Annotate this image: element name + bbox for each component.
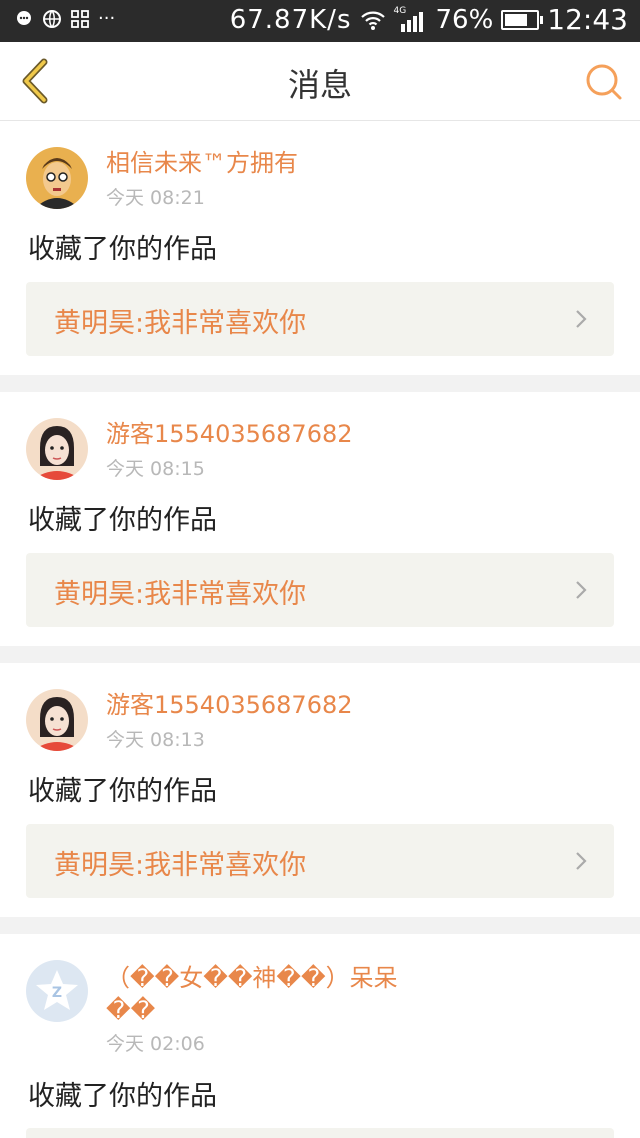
page-title: 消息	[287, 66, 352, 104]
timestamp: 今天 08:21	[106, 187, 205, 209]
wifi-icon	[360, 11, 385, 30]
quoted-work[interactable]: 黄明昊:我非常喜欢你	[26, 282, 614, 356]
message-card[interactable]: 游客1554035687682 今天 08:13 收藏了你的作品 黄明昊:我非常…	[0, 663, 640, 917]
chevron-right-icon	[576, 581, 587, 599]
status-bar: ··· 67.87K/s 4G 76% 12:43	[0, 0, 640, 42]
quote-text: 黄明昊:我非常喜欢你	[54, 579, 307, 610]
timestamp: 今天 08:15	[106, 458, 205, 480]
username[interactable]: 相信未来™方拥有	[106, 147, 406, 179]
battery-fill	[505, 13, 527, 26]
status-left-icons: ···	[14, 9, 115, 29]
action-text: 收藏了你的作品	[28, 234, 217, 265]
network-speed: 67.87K/s	[229, 4, 352, 35]
clock: 12:43	[547, 3, 628, 36]
quoted-work[interactable]	[26, 1128, 614, 1138]
action-text: 收藏了你的作品	[28, 776, 217, 807]
girl-avatar[interactable]	[26, 418, 88, 480]
action-text: 收藏了你的作品	[28, 505, 217, 536]
chevron-right-icon	[576, 310, 587, 328]
svg-text:Z: Z	[52, 985, 62, 1001]
more-dots-icon: ···	[98, 8, 116, 29]
nav-bar: 消息	[0, 42, 640, 121]
timestamp: 今天 02:06	[106, 1033, 205, 1055]
timestamp: 今天 08:13	[106, 729, 205, 751]
quote-text: 黄明昊:我非常喜欢你	[54, 308, 307, 339]
girl-avatar[interactable]	[26, 689, 88, 751]
globe-icon	[43, 10, 61, 28]
username[interactable]: 游客1554035687682	[106, 418, 406, 450]
signal-icon	[400, 11, 423, 32]
app-grid-icon	[71, 10, 89, 28]
chevron-right-icon	[576, 852, 587, 870]
search-icon[interactable]	[584, 62, 624, 102]
default-qq-avatar[interactable]: Z	[26, 960, 88, 1022]
battery-percent: 76%	[435, 4, 494, 35]
message-card[interactable]: Z （��女��神��）呆呆�� 今天 02:06 收藏了你的作品	[0, 934, 640, 1138]
quoted-work[interactable]: 黄明昊:我非常喜欢你	[26, 824, 614, 898]
status-right: 67.87K/s 4G 76% 12:43	[230, 3, 628, 36]
message-card[interactable]: 相信未来™方拥有 今天 08:21 收藏了你的作品 黄明昊:我非常喜欢你	[0, 121, 640, 375]
username[interactable]: （��女��神��）呆呆��	[106, 962, 406, 1026]
message-card[interactable]: 游客1554035687682 今天 08:15 收藏了你的作品 黄明昊:我非常…	[0, 392, 640, 646]
quote-text: 黄明昊:我非常喜欢你	[54, 850, 307, 881]
cartoon-avatar[interactable]	[26, 147, 88, 209]
message-icon	[17, 11, 31, 25]
signal-indicator: 4G	[394, 6, 428, 32]
battery-icon	[501, 9, 544, 30]
action-text: 收藏了你的作品	[28, 1081, 217, 1112]
quoted-work[interactable]: 黄明昊:我非常喜欢你	[26, 553, 614, 627]
username[interactable]: 游客1554035687682	[106, 689, 406, 721]
